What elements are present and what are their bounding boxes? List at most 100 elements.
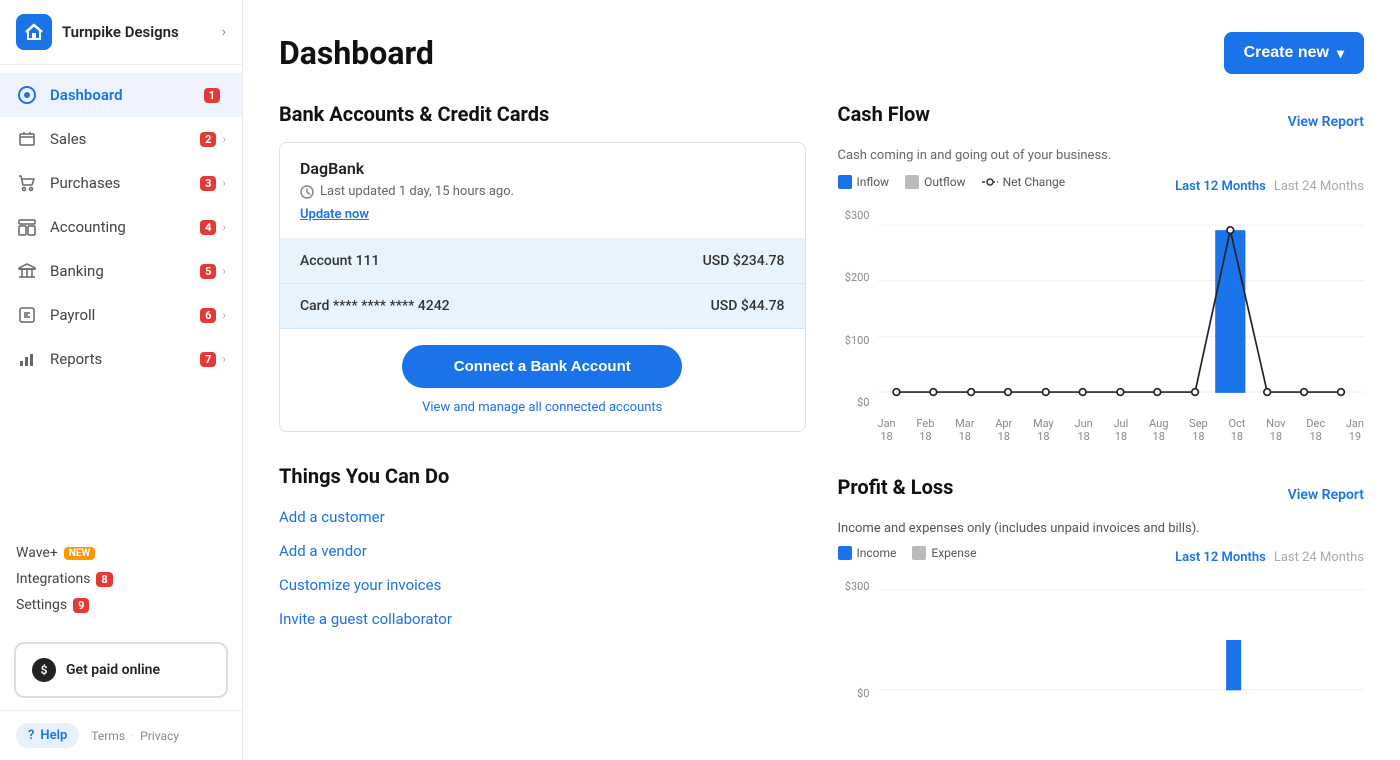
account-row-0: Account 111 USD $234.78 bbox=[280, 239, 805, 284]
company-logo bbox=[16, 14, 52, 50]
bank-name: DagBank bbox=[300, 159, 785, 178]
help-button[interactable]: ? Help bbox=[16, 723, 79, 748]
inflow-label: Inflow bbox=[857, 175, 890, 189]
sidebar-item-sales[interactable]: Sales 2 › bbox=[0, 117, 242, 161]
cash-flow-controls: Inflow Outflow Net Change bbox=[838, 175, 1365, 197]
sidebar-item-sales-label: Sales bbox=[50, 130, 200, 148]
cash-flow-24-months-filter[interactable]: Last 24 Months bbox=[1274, 179, 1364, 194]
wave-new-badge: NEW bbox=[64, 547, 95, 560]
sales-chevron-icon: › bbox=[222, 132, 226, 146]
sidebar-item-reports[interactable]: Reports 7 › bbox=[0, 337, 242, 381]
sidebar-extra: Wave+ NEW Integrations 8 Settings 9 bbox=[0, 528, 242, 630]
profit-loss-section: Profit & Loss View Report Income and exp… bbox=[838, 475, 1365, 704]
create-new-button[interactable]: Create new ▾ bbox=[1224, 32, 1364, 74]
things-title: Things You Can Do bbox=[279, 464, 806, 488]
add-vendor-link[interactable]: Add a vendor bbox=[279, 538, 806, 564]
outflow-dot bbox=[905, 175, 919, 189]
customize-invoices-link[interactable]: Customize your invoices bbox=[279, 572, 806, 598]
banking-icon bbox=[16, 260, 38, 282]
x-label-nov18: Nov18 bbox=[1266, 417, 1285, 443]
manage-accounts-link[interactable]: View and manage all connected accounts bbox=[422, 400, 662, 415]
account-label-1: Card **** **** **** 4242 bbox=[300, 298, 450, 314]
settings-badge: 9 bbox=[73, 598, 89, 613]
get-paid-button[interactable]: $ Get paid online bbox=[14, 642, 228, 698]
cash-flow-chart-svg bbox=[878, 209, 1365, 409]
cash-flow-bar-oct bbox=[1215, 230, 1245, 393]
cash-flow-legend: Inflow Outflow Net Change bbox=[838, 175, 1066, 189]
reports-icon bbox=[16, 348, 38, 370]
bank-card-header: DagBank Last updated 1 day, 15 hours ago… bbox=[280, 143, 805, 239]
right-column: Cash Flow View Report Cash coming in and… bbox=[838, 102, 1365, 704]
wave-plus-label: Wave+ bbox=[16, 545, 58, 561]
sidebar-item-payroll[interactable]: Payroll 6 › bbox=[0, 293, 242, 337]
x-label-apr18: Apr18 bbox=[995, 417, 1012, 443]
main-content: Dashboard Create new ▾ Bank Accounts & C… bbox=[243, 0, 1400, 760]
pnl-legend-income: Income bbox=[838, 546, 897, 560]
banking-badge: 5 bbox=[200, 264, 216, 279]
add-customer-link[interactable]: Add a customer bbox=[279, 504, 806, 530]
sidebar-item-settings[interactable]: Settings 9 bbox=[16, 592, 226, 618]
pnl-legend-expense: Expense bbox=[912, 546, 976, 560]
payroll-badge: 6 bbox=[200, 308, 216, 323]
pnl-legend: Income Expense bbox=[838, 546, 977, 560]
bank-section-title: Bank Accounts & Credit Cards bbox=[279, 102, 806, 126]
pnl-view-report-link[interactable]: View Report bbox=[1288, 487, 1364, 503]
pnl-24-months-filter[interactable]: Last 24 Months bbox=[1274, 550, 1364, 565]
terms-link[interactable]: Terms bbox=[91, 729, 125, 743]
cash-flow-title: Cash Flow bbox=[838, 102, 930, 126]
privacy-link[interactable]: Privacy bbox=[140, 729, 179, 743]
things-section: Things You Can Do Add a customer Add a v… bbox=[279, 464, 806, 632]
sales-badge: 2 bbox=[200, 132, 216, 147]
sidebar-item-purchases[interactable]: Purchases 3 › bbox=[0, 161, 242, 205]
create-new-chevron-icon: ▾ bbox=[1337, 45, 1344, 62]
sidebar-item-accounting[interactable]: Accounting 4 › bbox=[0, 205, 242, 249]
sidebar-item-accounting-label: Accounting bbox=[50, 218, 200, 236]
page-title: Dashboard bbox=[279, 34, 434, 72]
bank-card-footer: Connect a Bank Account View and manage a… bbox=[280, 329, 805, 431]
x-label-oct18: Oct18 bbox=[1228, 417, 1245, 443]
chart-point-sep bbox=[1191, 389, 1198, 396]
pnl-12-months-filter[interactable]: Last 12 Months bbox=[1175, 550, 1266, 565]
settings-label: Settings bbox=[16, 597, 67, 613]
x-label-mar18: Mar18 bbox=[955, 417, 974, 443]
update-now-link[interactable]: Update now bbox=[300, 207, 369, 222]
sidebar-item-dashboard[interactable]: Dashboard 1 bbox=[0, 73, 242, 117]
net-change-label: Net Change bbox=[1003, 175, 1066, 189]
payroll-chevron-icon: › bbox=[222, 308, 226, 322]
clock-icon bbox=[300, 185, 314, 199]
invite-collaborator-link[interactable]: Invite a guest collaborator bbox=[279, 606, 806, 632]
cash-flow-subtitle: Cash coming in and going out of your bus… bbox=[838, 148, 1365, 163]
bank-updated: Last updated 1 day, 15 hours ago. bbox=[300, 184, 785, 199]
x-label-jul18: Jul18 bbox=[1113, 417, 1128, 443]
content-grid: Bank Accounts & Credit Cards DagBank Las… bbox=[279, 102, 1364, 704]
create-new-label: Create new bbox=[1244, 44, 1329, 62]
bank-updated-text: Last updated 1 day, 15 hours ago. bbox=[320, 184, 514, 199]
x-label-jun18: Jun18 bbox=[1075, 417, 1093, 443]
income-dot bbox=[838, 546, 852, 560]
pnl-chart-area bbox=[878, 580, 1365, 704]
help-icon: ? bbox=[28, 728, 34, 743]
pnl-header: Profit & Loss View Report bbox=[838, 475, 1365, 515]
sidebar-item-banking-label: Banking bbox=[50, 262, 200, 280]
purchases-icon bbox=[16, 172, 38, 194]
cash-flow-time-filters: Last 12 Months Last 24 Months bbox=[1175, 179, 1364, 194]
chart-point-feb bbox=[930, 389, 937, 396]
cash-flow-view-report-link[interactable]: View Report bbox=[1288, 114, 1364, 130]
get-paid-label: Get paid online bbox=[66, 662, 160, 678]
pnl-bar bbox=[1226, 640, 1241, 690]
connect-bank-button[interactable]: Connect a Bank Account bbox=[402, 345, 682, 388]
expense-dot bbox=[912, 546, 926, 560]
get-paid-icon: $ bbox=[32, 658, 56, 682]
sidebar-item-banking[interactable]: Banking 5 › bbox=[0, 249, 242, 293]
sales-icon bbox=[16, 128, 38, 150]
chart-point-oct bbox=[1226, 227, 1233, 234]
y-label-300: $300 bbox=[838, 209, 870, 222]
purchases-badge: 3 bbox=[200, 176, 216, 191]
account-label-0: Account 111 bbox=[300, 253, 379, 269]
cash-flow-12-months-filter[interactable]: Last 12 Months bbox=[1175, 179, 1266, 194]
account-row-1: Card **** **** **** 4242 USD $44.78 bbox=[280, 284, 805, 329]
sidebar-item-integrations[interactable]: Integrations 8 bbox=[16, 566, 226, 592]
sidebar-header[interactable]: Turnpike Designs › bbox=[0, 0, 242, 65]
pnl-y-label-0: $0 bbox=[838, 687, 870, 700]
sidebar-item-wave-plus[interactable]: Wave+ NEW bbox=[16, 540, 226, 566]
